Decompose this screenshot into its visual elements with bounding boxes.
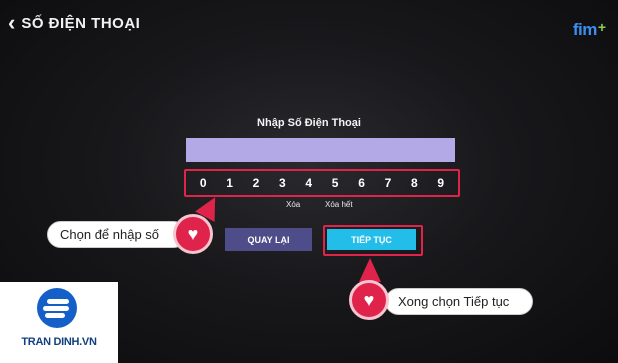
key-1[interactable]: 1 [223, 176, 237, 190]
logo-text: fim [572, 20, 598, 39]
callout-press-next: Xong chọn Tiếp tục [385, 288, 533, 315]
delete-button[interactable]: Xóa [286, 200, 300, 209]
key-0[interactable]: 0 [196, 176, 210, 190]
number-keypad: 0 1 2 3 4 5 6 7 8 9 [184, 169, 460, 197]
key-7[interactable]: 7 [381, 176, 395, 190]
key-5[interactable]: 5 [328, 176, 342, 190]
key-9[interactable]: 9 [434, 176, 448, 190]
back-button[interactable]: QUAY LẠI [225, 228, 312, 251]
key-3[interactable]: 3 [275, 176, 289, 190]
delete-all-button[interactable]: Xóa hết [325, 200, 353, 209]
key-6[interactable]: 6 [355, 176, 369, 190]
phone-input-label: Nhập Số Điện Thoại [257, 117, 361, 129]
next-button[interactable]: TIẾP TỤC [327, 229, 416, 250]
logo-plus: + [597, 19, 606, 35]
fim-plus-logo: fim + [572, 19, 606, 40]
brand-text: TRAN DINH.VN [21, 336, 97, 348]
chevron-left-icon[interactable]: ‹ [8, 12, 15, 34]
key-2[interactable]: 2 [249, 176, 263, 190]
callout-choose-number: Chọn để nhập số [47, 221, 187, 248]
page-title: SỐ ĐIỆN THOẠI [21, 14, 141, 32]
brand-logo-icon [37, 288, 77, 328]
heart-badge: ♥ [173, 214, 213, 254]
key-8[interactable]: 8 [407, 176, 421, 190]
heart-badge: ♥ [349, 280, 389, 320]
watermark-brand: TRAN DINH.VN [0, 282, 118, 363]
heart-icon: ♥ [187, 224, 199, 244]
key-4[interactable]: 4 [302, 176, 316, 190]
header: ‹ SỐ ĐIỆN THOẠI [8, 12, 140, 34]
phone-input[interactable] [186, 138, 455, 162]
heart-icon: ♥ [363, 290, 375, 310]
callout-pointer [359, 258, 381, 282]
